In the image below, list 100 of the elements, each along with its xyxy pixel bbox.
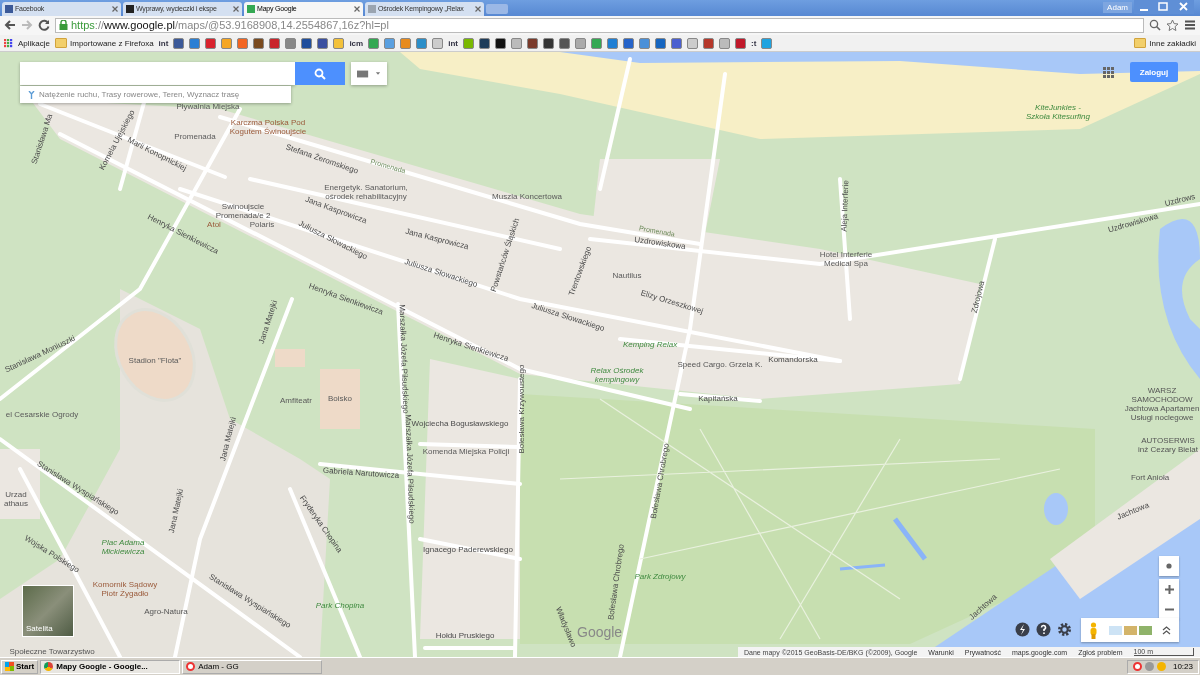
menu-icon[interactable] bbox=[1184, 19, 1196, 32]
expand-icon[interactable] bbox=[1162, 626, 1171, 635]
reload-icon[interactable] bbox=[38, 19, 50, 32]
park-label: Plac Adama Mickiewicza bbox=[101, 538, 145, 557]
place-label: el Cesarskie Ogrody bbox=[5, 410, 79, 419]
search-field[interactable] bbox=[20, 62, 295, 86]
apps-icon[interactable] bbox=[4, 38, 13, 48]
street-label: Uzdrowiskowa bbox=[633, 235, 687, 252]
place-label: Muszla Koncertowa bbox=[492, 192, 562, 201]
pond bbox=[893, 518, 927, 561]
bookmark-icon[interactable] bbox=[494, 37, 506, 49]
zoom-icon[interactable] bbox=[1149, 19, 1161, 32]
place-label: Nautilus bbox=[612, 271, 642, 280]
place-label: Stadion "Flota" bbox=[128, 356, 182, 365]
help-icon[interactable] bbox=[1036, 622, 1051, 638]
keyboard-icon bbox=[357, 70, 381, 78]
bookmark-icon[interactable] bbox=[317, 37, 329, 49]
place-label: Społeczne Towarzystwo bbox=[9, 647, 95, 656]
close-icon[interactable] bbox=[354, 5, 360, 12]
street-label: Bolesława Chrobrego bbox=[648, 443, 672, 520]
park-label: Park Zdrojowy bbox=[634, 572, 686, 581]
bookmark[interactable]: Aplikacje bbox=[18, 38, 50, 48]
zoom-in-button[interactable] bbox=[1159, 579, 1179, 600]
place-label: Energetyk. Sanatorium, ośrodek rehabilitacyjny bbox=[324, 183, 408, 202]
map-thumbnail[interactable] bbox=[1108, 626, 1122, 635]
star-icon[interactable] bbox=[1166, 18, 1179, 32]
street-label: Jana Matejki bbox=[218, 416, 238, 463]
street-label: Wojciecha Bogusławskiego bbox=[411, 419, 509, 428]
pegman-icon[interactable] bbox=[1089, 622, 1098, 639]
bookmark-icon[interactable] bbox=[558, 37, 570, 49]
place-label: Swinoujscie Promenada/e 2 bbox=[215, 202, 271, 221]
place-label: Komenda Miejska Policji bbox=[422, 447, 510, 456]
street-label: Ignacego Paderewskiego bbox=[423, 545, 513, 554]
place-label: Urzad athaus bbox=[4, 490, 28, 509]
place-label: Polaris bbox=[249, 220, 275, 229]
sports-field bbox=[320, 369, 360, 430]
street-label: Komandorska bbox=[768, 355, 818, 364]
start-button[interactable]: Start bbox=[1, 659, 39, 674]
window-controls[interactable] bbox=[1134, 0, 1194, 14]
windows-logo-icon bbox=[5, 662, 14, 672]
place-label: Speed Cargo. Grzela K. bbox=[677, 360, 763, 369]
zoom-out-button[interactable] bbox=[1159, 599, 1179, 620]
keyboard-button[interactable] bbox=[351, 62, 387, 86]
street-label: Zdrojowa bbox=[969, 280, 987, 315]
street-label: Hołdu Pruskiego bbox=[435, 631, 495, 640]
bookmark-folder[interactable]: Inne zakładki bbox=[1149, 38, 1196, 48]
map-thumbnail[interactable] bbox=[1138, 626, 1152, 635]
place-label: Amfiteatr bbox=[280, 396, 312, 405]
street-label: Jana Matejki bbox=[166, 488, 186, 535]
bolt-icon[interactable] bbox=[1015, 622, 1030, 638]
place-label: Boisko bbox=[328, 394, 352, 403]
bookmark-icon[interactable] bbox=[253, 37, 265, 49]
street-label: Marszałka Józefa Piłsudskiego bbox=[397, 304, 411, 415]
bookmark[interactable]: :t bbox=[750, 38, 757, 48]
bookmark-icon[interactable] bbox=[173, 37, 185, 49]
taskbar-item[interactable]: Adam - GG bbox=[182, 659, 323, 674]
street-label: Jana Matejki bbox=[256, 299, 280, 346]
bookmark-folder[interactable]: Importowane z Firefoxa bbox=[70, 38, 154, 48]
search-icon bbox=[314, 68, 326, 80]
bookmark-icon[interactable] bbox=[526, 37, 538, 49]
app-icon bbox=[186, 662, 196, 672]
street-label: Bolesława Chrobrego bbox=[606, 544, 626, 621]
target-icon bbox=[1166, 563, 1172, 570]
map-logo: Google bbox=[577, 624, 623, 641]
fork-icon bbox=[28, 91, 35, 99]
bookmark-icon[interactable] bbox=[478, 37, 490, 49]
bookmark-icon[interactable] bbox=[301, 37, 313, 49]
taskbar-item[interactable]: Mapy Google - Google... bbox=[40, 659, 181, 674]
place-label: WARSZ SAMOCHODOW Jachtowa Apartamen Usługi noclegowe bbox=[1124, 386, 1200, 423]
park-label: Relax Ośrodek kempingowy bbox=[590, 366, 644, 385]
apps-grid-icon[interactable] bbox=[1103, 67, 1114, 79]
settings-icon[interactable] bbox=[1057, 622, 1072, 638]
street-label: Kapitańska bbox=[698, 394, 738, 403]
street-label: Uzdrows bbox=[1163, 192, 1197, 209]
close-icon[interactable] bbox=[233, 5, 239, 12]
sports-field bbox=[275, 349, 305, 368]
bookmark-icon[interactable] bbox=[542, 37, 554, 49]
place-label: Hotel Interferie Medical Spa bbox=[819, 250, 873, 269]
street-label: Aleja Interferie bbox=[839, 180, 851, 233]
street-label: Bolesława Krzywoustego bbox=[516, 365, 526, 454]
search-button[interactable] bbox=[295, 62, 345, 86]
bookmark[interactable]: icm bbox=[349, 38, 364, 48]
business-label: Atol bbox=[207, 220, 221, 229]
close-icon[interactable] bbox=[475, 5, 481, 12]
park-label: Park Chopina bbox=[315, 601, 365, 610]
bookmark[interactable]: int bbox=[158, 38, 169, 48]
park-label: Kemping Relax bbox=[622, 340, 678, 349]
park-label: KiteJunkies - Szkoła Kitesurfing bbox=[1026, 103, 1090, 122]
place-label: Agro-Natura bbox=[144, 607, 188, 616]
place-label: Pływalnia Miejska bbox=[176, 102, 240, 111]
street-label: Gabriela Narutowicza bbox=[322, 466, 400, 481]
satellite-toggle[interactable]: Satelita bbox=[22, 585, 74, 638]
map-thumbnail[interactable] bbox=[1123, 626, 1137, 635]
my-location-button[interactable] bbox=[1159, 556, 1179, 577]
plus-icon bbox=[1164, 585, 1174, 594]
close-icon[interactable] bbox=[112, 5, 118, 12]
bookmark[interactable]: int bbox=[448, 38, 458, 48]
back-icon[interactable] bbox=[4, 19, 16, 32]
place-label: Promenada bbox=[174, 132, 216, 141]
pond bbox=[839, 564, 886, 571]
